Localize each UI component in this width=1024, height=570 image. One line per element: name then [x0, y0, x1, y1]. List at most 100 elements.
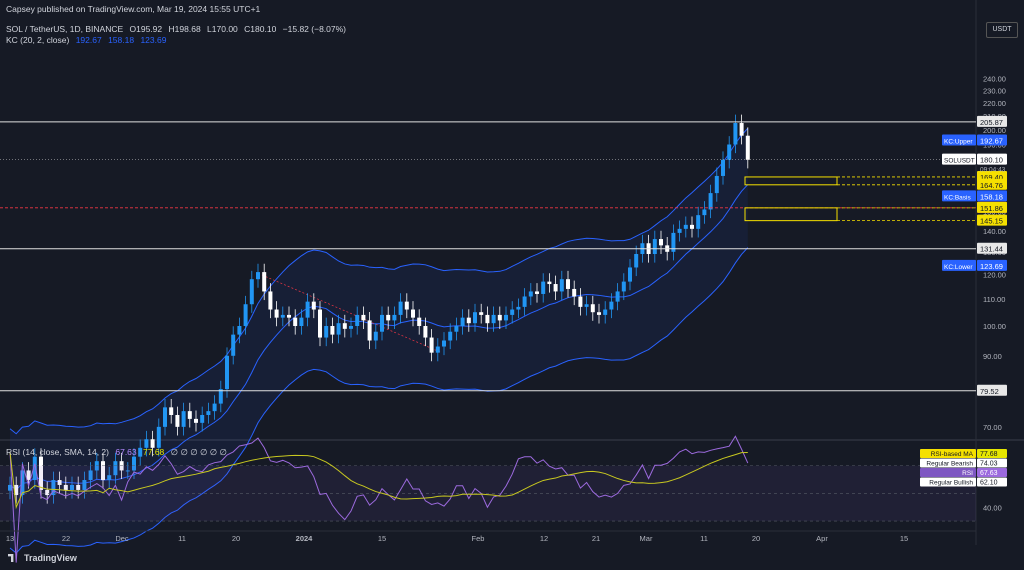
level-label: 205.87 — [980, 118, 1003, 127]
time-tick-label: 22 — [62, 534, 70, 543]
candle-body — [187, 411, 192, 419]
candle-body — [225, 355, 229, 390]
candle-body — [504, 314, 508, 321]
candle-body — [559, 279, 564, 292]
candle-body — [497, 314, 502, 321]
indicator-value: 192.67 — [980, 137, 1003, 146]
candle-body — [305, 301, 310, 318]
candle-body — [367, 320, 372, 341]
candle-body — [454, 326, 459, 332]
indicator-name: KC:Basis — [944, 194, 971, 201]
candle-body — [702, 209, 707, 216]
candle-body — [547, 281, 552, 285]
candle-body — [683, 224, 688, 229]
price-tick-label: 100.00 — [983, 322, 1006, 331]
candle-body — [435, 346, 440, 353]
candle-body — [708, 193, 713, 210]
candle-body — [318, 309, 322, 338]
candle-body — [603, 309, 608, 315]
candle-body — [739, 123, 744, 136]
candle-body — [615, 291, 620, 302]
candle-body — [584, 304, 589, 307]
indicator-name: KC:Upper — [944, 139, 973, 146]
candle-body — [466, 317, 471, 324]
rsi-name: RSI — [962, 470, 973, 477]
rsi-label[interactable]: RSI (14, close, SMA, 14, 2) — [6, 447, 109, 457]
candle-body — [516, 306, 521, 310]
countdown-label: 09:04:43 — [980, 167, 1006, 174]
candle-body — [404, 301, 409, 310]
tradingview-logo[interactable]: TradingView — [8, 553, 77, 563]
candle-body — [621, 281, 626, 292]
rsi-extras: ∅ ∅ ∅ ∅ ∅ ∅ — [170, 447, 227, 457]
candle-body — [423, 326, 428, 338]
candle-body — [628, 267, 632, 282]
indicator-name: KC:Lower — [944, 264, 973, 271]
rsi-label-value: 74.03 — [980, 461, 998, 468]
rsi-name: Regular Bearish — [926, 461, 973, 468]
time-tick-label: 20 — [232, 534, 240, 543]
price-chart[interactable]: 240.00230.00220.00210.00200.00190.00180.… — [0, 0, 1024, 570]
time-tick-label: Dec — [115, 534, 129, 543]
zone-label: 151.86 — [980, 204, 1003, 213]
zone-label: 145.15 — [980, 217, 1003, 226]
candle-body — [473, 312, 477, 324]
rsi-value: 67.63 — [115, 447, 137, 457]
candle-body — [361, 314, 366, 321]
level-label: 79.52 — [980, 387, 999, 396]
candle-body — [442, 340, 446, 347]
price-tick-label: 110.00 — [983, 295, 1005, 304]
level-label: 131.44 — [980, 245, 1003, 254]
candle-body — [237, 326, 242, 335]
candle-body — [231, 334, 236, 356]
supply-zone — [744, 207, 838, 222]
candle-body — [398, 301, 403, 315]
time-tick-label: 11 — [178, 534, 186, 543]
candle-body — [311, 301, 316, 310]
time-tick-label: 12 — [540, 534, 548, 543]
candle-body — [590, 304, 595, 313]
price-tick-label: 140.00 — [983, 227, 1006, 236]
price-tick-label: 230.00 — [983, 86, 1006, 95]
candle-body — [634, 253, 639, 268]
candle-body — [733, 123, 738, 145]
candle-body — [287, 314, 291, 318]
candle-body — [745, 135, 750, 160]
candle-body — [528, 291, 533, 297]
candle-body — [200, 414, 205, 423]
candle-body — [696, 215, 701, 229]
time-tick-label: 20 — [752, 534, 760, 543]
candle-body — [429, 337, 434, 353]
candle-body — [386, 314, 391, 321]
time-tick-label: 13 — [6, 534, 14, 543]
indicator-value: 123.69 — [980, 262, 1003, 271]
candle-body — [293, 317, 298, 326]
chart-window: Capsey published on TradingView.com, Mar… — [0, 0, 1024, 570]
supply-zone — [744, 176, 838, 186]
time-tick-label: 15 — [378, 534, 386, 543]
candle-body — [690, 224, 694, 229]
candle-body — [578, 296, 583, 307]
candle-body — [727, 144, 732, 160]
candle-body — [411, 309, 415, 318]
candle-body — [714, 175, 719, 194]
candle-body — [256, 272, 260, 280]
tradingview-logo-icon — [8, 554, 14, 562]
candle-body — [212, 403, 217, 412]
candle-body — [156, 426, 161, 448]
candle-body — [299, 317, 304, 326]
zone-label: 164.76 — [980, 181, 1003, 190]
candle-body — [392, 314, 397, 321]
candle-body — [206, 411, 211, 415]
candle-body — [572, 288, 577, 297]
candle-body — [243, 304, 248, 326]
price-tick-label: 120.00 — [983, 270, 1006, 279]
indicator-value: 158.18 — [980, 192, 1003, 201]
time-tick-label: Feb — [472, 534, 485, 543]
price-tick-label: 90.00 — [983, 352, 1002, 361]
rsi-name: Regular Bullish — [929, 480, 973, 487]
rsi-tick-label: 40.00 — [983, 503, 1002, 512]
indicator-value: 180.10 — [980, 156, 1003, 165]
price-tick-label: 220.00 — [983, 99, 1006, 108]
candle-body — [262, 272, 267, 292]
